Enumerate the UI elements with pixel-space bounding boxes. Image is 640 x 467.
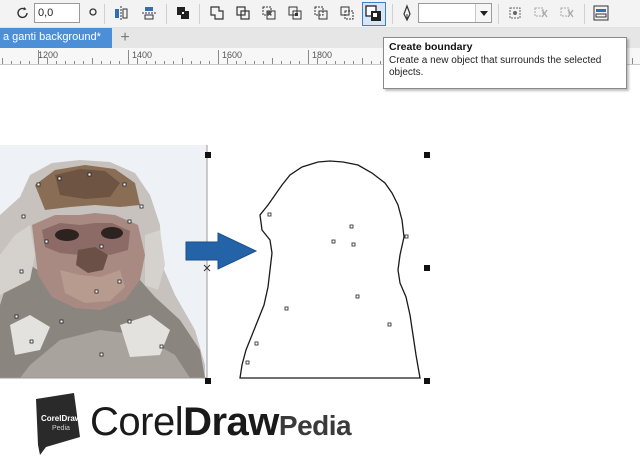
intersect-icon[interactable] bbox=[260, 4, 278, 22]
ruler-tick bbox=[2, 58, 3, 64]
ruler-tick bbox=[281, 61, 282, 64]
brand-name: CorelDrawPedia bbox=[90, 400, 352, 445]
create-boundary-button[interactable] bbox=[362, 2, 386, 26]
ruler-tick bbox=[164, 61, 165, 64]
boundary-outline[interactable] bbox=[239, 160, 421, 379]
brand-name-pedia: Pedia bbox=[278, 410, 352, 441]
tooltip-title: Create boundary bbox=[389, 41, 473, 53]
ruler-tick bbox=[632, 58, 633, 64]
ruler-tick bbox=[353, 61, 354, 64]
mirror-vertical-icon[interactable] bbox=[140, 4, 158, 22]
property-bar: 0,0 bbox=[0, 0, 640, 28]
weld-icon[interactable] bbox=[208, 4, 226, 22]
ruler-label: 1600 bbox=[222, 50, 243, 60]
logo-mark-line1: CorelDraw bbox=[41, 414, 82, 423]
ruler-tick bbox=[209, 61, 210, 64]
ruler-tick bbox=[173, 61, 174, 64]
ruler-tick bbox=[110, 61, 111, 64]
chevron-down-icon[interactable] bbox=[475, 4, 491, 22]
ruler-tick bbox=[128, 50, 129, 64]
ruler-tick bbox=[47, 58, 48, 64]
ruler-tick bbox=[74, 61, 75, 64]
logo-mark-line2: Pedia bbox=[52, 425, 70, 432]
ruler-tick bbox=[146, 61, 147, 64]
brand-name-draw: Draw bbox=[183, 400, 279, 444]
ruler-tick bbox=[380, 61, 381, 64]
ruler-tick bbox=[200, 61, 201, 64]
rotation-center-icon[interactable] bbox=[84, 4, 98, 22]
combine-icon[interactable] bbox=[174, 4, 192, 22]
trim-icon[interactable] bbox=[234, 4, 252, 22]
ruler-tick bbox=[119, 61, 120, 64]
outline-width-select[interactable] bbox=[418, 3, 492, 23]
ruler-tick bbox=[29, 61, 30, 64]
add-tab-icon[interactable]: + bbox=[118, 30, 132, 46]
toolbar-separator bbox=[584, 4, 585, 24]
toolbar-separator bbox=[199, 4, 200, 24]
ruler-label: 1800 bbox=[312, 50, 333, 60]
ruler-tick bbox=[11, 61, 12, 64]
simplify-icon[interactable] bbox=[286, 4, 304, 22]
document-tab[interactable]: a ganti background* bbox=[0, 28, 112, 48]
ruler-tick bbox=[254, 61, 255, 64]
ruler-tick bbox=[191, 61, 192, 64]
toolbar-separator bbox=[166, 4, 167, 24]
ruler-tick bbox=[227, 58, 228, 64]
unlock-icon[interactable] bbox=[558, 4, 576, 22]
ruler-tick bbox=[317, 58, 318, 64]
ruler-tick bbox=[56, 61, 57, 64]
ruler-tick bbox=[155, 61, 156, 64]
toolbar-separator bbox=[392, 4, 393, 24]
rotation-angle-input[interactable]: 0,0 bbox=[34, 3, 80, 23]
outline-pen-icon[interactable] bbox=[398, 4, 416, 22]
tooltip-description: Create a new object that surrounds the s… bbox=[389, 55, 602, 78]
bring-to-front-icon[interactable] bbox=[506, 4, 524, 22]
ruler-tick bbox=[290, 61, 291, 64]
front-minus-back-icon[interactable] bbox=[312, 4, 330, 22]
ruler-tick bbox=[38, 50, 39, 64]
coreldrawpedia-logo: CorelDraw Pedia bbox=[34, 393, 84, 455]
back-minus-front-icon[interactable] bbox=[338, 4, 356, 22]
ruler-tick bbox=[83, 61, 84, 64]
rotate-icon[interactable] bbox=[14, 4, 32, 22]
align-icon[interactable] bbox=[592, 4, 610, 22]
ruler-label: 1200 bbox=[38, 50, 59, 60]
ruler-tick bbox=[326, 61, 327, 64]
brand-name-corel: Corel bbox=[90, 400, 184, 444]
ruler-tick bbox=[236, 61, 237, 64]
mirror-horizontal-icon[interactable] bbox=[112, 4, 130, 22]
ruler-tick bbox=[344, 61, 345, 64]
ruler-tick bbox=[272, 58, 273, 64]
ruler-tick bbox=[308, 50, 309, 64]
ruler-tick bbox=[299, 61, 300, 64]
ruler-tick bbox=[92, 58, 93, 64]
ruler-tick bbox=[335, 61, 336, 64]
ruler-label: 1400 bbox=[132, 50, 153, 60]
ruler-tick bbox=[65, 61, 66, 64]
ruler-tick bbox=[101, 61, 102, 64]
break-apart-icon[interactable] bbox=[532, 4, 550, 22]
tooltip: Create boundary Create a new object that… bbox=[383, 37, 627, 89]
ruler-tick bbox=[263, 61, 264, 64]
ruler-tick bbox=[137, 58, 138, 64]
toolbar-separator bbox=[498, 4, 499, 24]
ruler-tick bbox=[245, 61, 246, 64]
ruler-tick bbox=[20, 61, 21, 64]
ruler-tick bbox=[182, 58, 183, 64]
ruler-tick bbox=[362, 58, 363, 64]
ruler-tick bbox=[371, 61, 372, 64]
ruler-tick bbox=[218, 50, 219, 64]
toolbar-separator bbox=[104, 4, 105, 24]
